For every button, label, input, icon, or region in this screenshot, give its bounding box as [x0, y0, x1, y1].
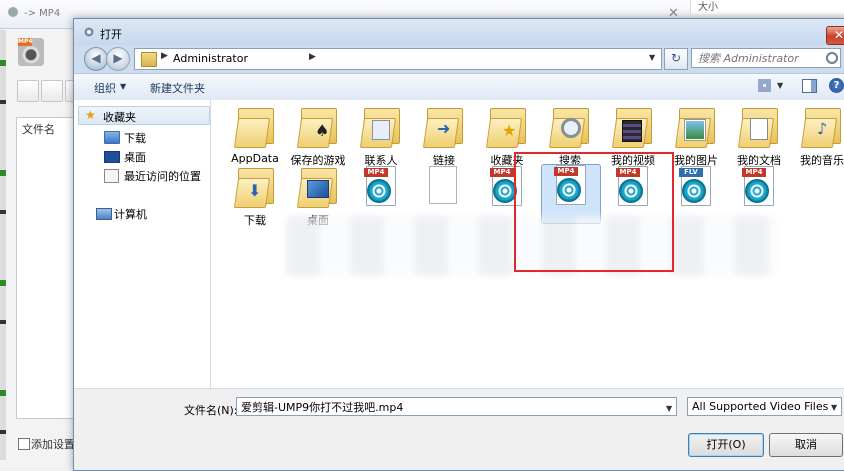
item-label: 我的音乐 — [800, 154, 844, 167]
contact-card-icon — [372, 120, 390, 140]
computer-icon — [96, 208, 112, 220]
folder-item-downloads[interactable]: ⬇ 下载 — [226, 166, 284, 227]
film-reel-icon — [745, 179, 769, 203]
highlight-box-files — [514, 152, 674, 272]
breadcrumb-separator-icon[interactable]: ▶ — [161, 51, 168, 61]
spade-icon: ♠ — [315, 121, 330, 140]
filename-input[interactable] — [236, 397, 677, 416]
search-icon — [826, 52, 838, 64]
filetype-select[interactable]: All Supported Video Files (*. ▼ — [687, 397, 842, 416]
folder-item-saved-games[interactable]: ♠ 保存的游戏 — [289, 106, 347, 167]
nav-favorites[interactable]: ★ 收藏夹 — [78, 106, 210, 125]
nav-item-label: 下载 — [124, 132, 146, 145]
filename-label: 文件名(N): — [184, 404, 238, 417]
add-settings-checkbox[interactable] — [18, 438, 30, 450]
dialog-bottom-area: 文件名(N): ▼ All Supported Video Files (*. … — [74, 389, 844, 470]
nav-item-desktop[interactable]: 桌面 — [104, 147, 204, 165]
open-file-dialog: 打开 ✕ ◀ ▶ ▶ Administrator ▶ ▼ ↻ 组织 ▼ 新建文件… — [73, 18, 844, 471]
nav-item-recent-places[interactable]: 最近访问的位置 — [104, 166, 208, 184]
refresh-button[interactable]: ↻ — [664, 48, 688, 70]
navigation-pane: ★ 收藏夹 下载 桌面 最近访问的位置 计算机 — [74, 100, 211, 388]
filetype-value: All Supported Video Files (*. — [692, 400, 828, 413]
magnifier-icon — [561, 118, 581, 138]
landscape-picture-icon — [684, 119, 706, 141]
filename-column-header: 文件名 — [22, 123, 55, 136]
star-icon: ★ — [85, 108, 96, 122]
breadcrumb-separator-icon[interactable]: ▶ — [309, 52, 316, 62]
star-icon: ★ — [502, 121, 517, 140]
nav-item-label: 桌面 — [124, 151, 146, 164]
desktop-icon — [104, 151, 120, 163]
file-type-tag: FLV — [679, 168, 703, 177]
address-dropdown-icon[interactable]: ▼ — [649, 53, 655, 62]
forward-arrow-icon: ▶ — [113, 51, 123, 65]
file-list[interactable] — [16, 117, 76, 419]
film-reel-icon — [682, 179, 706, 203]
file-type-tag: MP4 — [742, 168, 766, 177]
file-type-tag: MP4 — [364, 168, 388, 177]
filetype-dropdown-icon[interactable]: ▼ — [831, 403, 837, 412]
file-type-tag: MP4 — [490, 168, 514, 177]
nav-item-computer[interactable]: 计算机 — [96, 204, 196, 222]
folder-item-pictures[interactable]: 我的图片 — [667, 106, 725, 167]
organize-dropdown-icon[interactable]: ▼ — [120, 82, 126, 91]
dialog-titlebar: 打开 — [74, 19, 844, 45]
address-bar[interactable]: ▶ Administrator ▶ ▼ — [134, 48, 662, 70]
add-settings-label: 添加设置 — [31, 438, 75, 451]
back-arrow-icon: ◀ — [91, 51, 101, 65]
item-label: AppData — [231, 152, 279, 165]
forward-button[interactable]: ▶ — [106, 47, 130, 71]
remove-file-button[interactable] — [41, 80, 63, 102]
nav-favorites-label: 收藏夹 — [103, 111, 136, 124]
preview-pane-icon[interactable] — [802, 79, 817, 93]
toolbar: 组织 ▼ 新建文件夹 ▼ ? — [74, 73, 844, 101]
link-arrow-icon: ➜ — [437, 119, 451, 138]
folder-item-documents[interactable]: 我的文档 — [730, 106, 788, 167]
dialog-app-icon — [84, 27, 94, 37]
folder-item-contacts[interactable]: 联系人 — [352, 106, 410, 167]
background-title: -> MP4 — [24, 8, 61, 19]
search-input[interactable] — [691, 48, 841, 68]
folder-item-links[interactable]: ➜ 链接 — [415, 106, 473, 167]
new-folder-button[interactable]: 新建文件夹 — [150, 80, 205, 96]
app-icon — [8, 7, 18, 17]
folder-item-music[interactable]: ♪ 我的音乐 — [793, 106, 844, 167]
organize-button[interactable]: 组织 — [94, 80, 116, 96]
breadcrumb-administrator[interactable]: Administrator — [173, 52, 248, 65]
blank-file-icon — [429, 166, 457, 204]
nav-item-label: 计算机 — [114, 208, 147, 221]
folder-item-appdata[interactable]: AppData — [226, 106, 284, 165]
dialog-close-button[interactable]: ✕ — [826, 26, 844, 45]
help-icon[interactable]: ? — [829, 78, 844, 93]
view-dropdown-icon[interactable]: ▼ — [777, 81, 783, 90]
recent-places-icon — [104, 169, 119, 183]
nav-item-downloads[interactable]: 下载 — [104, 128, 204, 146]
dialog-title: 打开 — [100, 28, 122, 41]
item-label: 下载 — [244, 214, 266, 227]
size-column-label: 大小 — [698, 2, 718, 13]
film-reel-icon — [367, 179, 391, 203]
open-button[interactable]: 打开(O) — [688, 433, 764, 457]
desktop-screen-icon — [307, 180, 329, 198]
back-button[interactable]: ◀ — [84, 47, 108, 71]
document-page-icon — [750, 118, 768, 140]
user-folder-icon — [141, 52, 157, 67]
add-file-button[interactable] — [17, 80, 39, 102]
film-strip-icon — [622, 120, 642, 142]
download-folder-icon — [104, 131, 120, 144]
cancel-button[interactable]: 取消 — [769, 433, 843, 457]
filename-dropdown-icon[interactable]: ▼ — [666, 404, 672, 413]
down-arrow-icon: ⬇ — [248, 181, 262, 200]
mp4-logo-tag: MP4 — [18, 38, 33, 46]
change-view-icon[interactable] — [758, 79, 771, 92]
left-edge-strip — [0, 30, 6, 460]
music-note-icon: ♪ — [817, 119, 828, 138]
nav-item-label: 最近访问的位置 — [124, 170, 201, 183]
